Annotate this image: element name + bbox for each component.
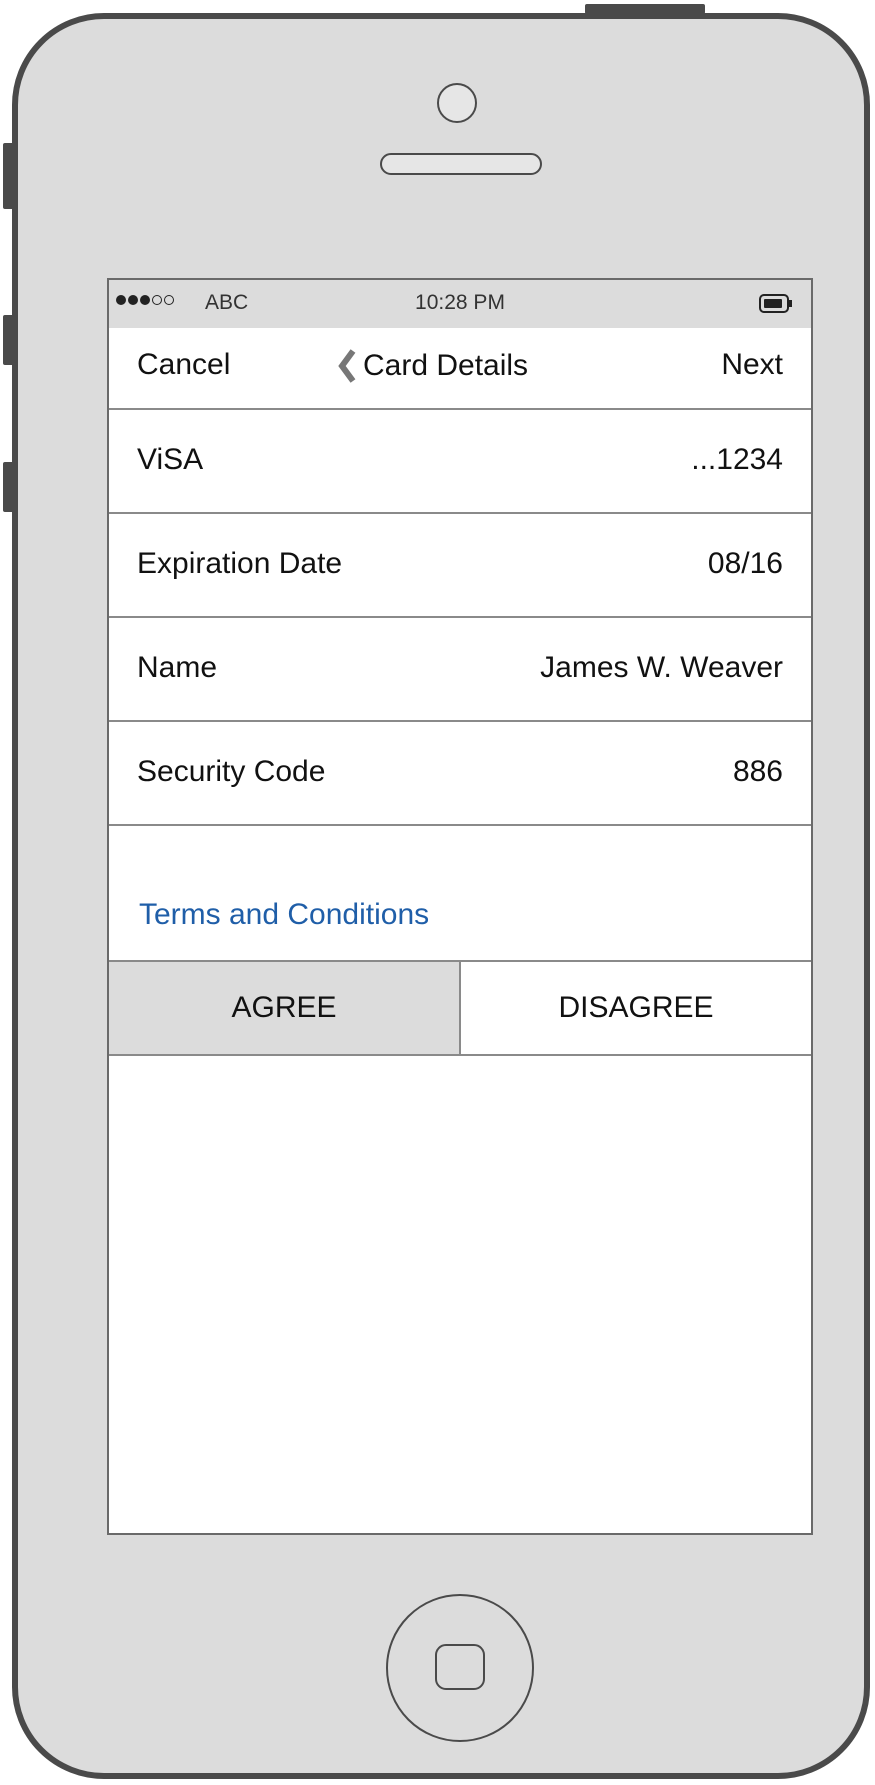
security-code-row[interactable]: Security Code 886	[109, 722, 811, 826]
mute-switch	[3, 143, 14, 209]
security-code-value: 886	[732, 755, 783, 788]
status-time: 10:28 PM	[415, 291, 505, 314]
volume-down-button	[3, 462, 14, 512]
next-button[interactable]: Next	[721, 348, 783, 382]
expiration-date-value: 08/16	[707, 547, 783, 580]
name-value: James W. Weaver	[540, 651, 783, 684]
security-code-label: Security Code	[137, 755, 326, 788]
card-type-row[interactable]: ViSA ...1234	[109, 410, 811, 514]
card-number-value: ...1234	[691, 443, 783, 476]
name-row[interactable]: Name James W. Weaver	[109, 618, 811, 722]
power-button	[585, 4, 705, 14]
battery-icon	[759, 294, 792, 313]
chevron-left-icon	[338, 349, 356, 383]
navigation-bar: Cancel Card Details Next	[109, 328, 811, 410]
phone-frame: ABC 10:28 PM Cancel Card Details Next Vi…	[12, 13, 870, 1779]
agree-disagree-segmented-control: AGREE DISAGREE	[109, 960, 811, 1056]
back-button[interactable]: Card Details	[337, 348, 528, 384]
card-type-label: ViSA	[137, 443, 204, 476]
terms-and-conditions-link[interactable]: Terms and Conditions	[139, 898, 429, 932]
expiration-date-row[interactable]: Expiration Date 08/16	[109, 514, 811, 618]
cancel-button[interactable]: Cancel	[137, 348, 230, 382]
expiration-date-label: Expiration Date	[137, 547, 343, 580]
volume-up-button	[3, 315, 14, 365]
camera-icon	[437, 83, 477, 123]
home-button-square-icon	[435, 1644, 485, 1690]
disagree-button[interactable]: DISAGREE	[461, 962, 811, 1054]
name-label: Name	[137, 651, 218, 684]
status-bar: ABC 10:28 PM	[109, 280, 811, 328]
page-title: Card Details	[363, 349, 529, 382]
agree-button[interactable]: AGREE	[109, 962, 461, 1054]
screen: ABC 10:28 PM Cancel Card Details Next Vi…	[107, 278, 813, 1535]
speaker-icon	[380, 153, 542, 175]
